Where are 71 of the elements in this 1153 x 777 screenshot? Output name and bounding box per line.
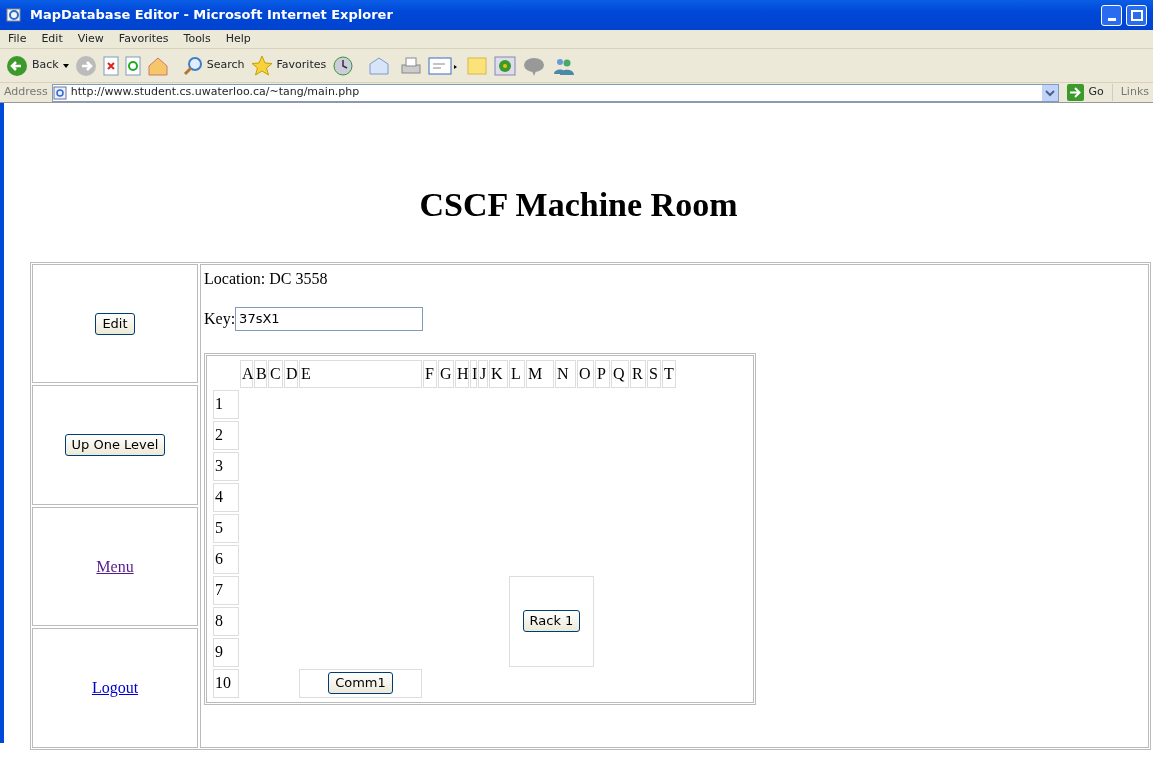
refresh-icon[interactable] [124,55,141,76]
stop-icon[interactable] [102,55,119,76]
column-header: J [478,359,488,388]
search-button[interactable]: Search [182,55,245,76]
column-header: G [438,359,454,388]
dropdown-icon[interactable] [1042,84,1059,101]
column-header: A [240,359,253,388]
window-title: MapDatabase Editor - Microsoft Internet Explorer [30,6,393,25]
search-icon [182,55,203,76]
row-header: 10 [213,668,239,698]
menu-item[interactable]: File [8,30,27,48]
logout-link[interactable]: Logout [91,676,139,701]
row-header: 7 [213,575,239,605]
column-header: M [526,359,554,388]
column-header: B [254,359,267,388]
history-icon[interactable] [332,54,355,77]
column-header: F [423,359,437,388]
row-header: 8 [213,606,239,636]
go-arrow-icon [1067,84,1085,101]
go-button[interactable]: Go [1063,84,1108,101]
star-icon [250,54,273,77]
column-header: S [647,359,661,388]
column-header: P [595,359,610,388]
chat-icon[interactable] [522,55,547,76]
favorites-button[interactable]: Favorites [250,54,327,77]
column-header: H [455,359,469,388]
column-header: C [268,359,283,388]
maximize-icon [1130,9,1143,21]
menu-item[interactable]: Tools [183,30,211,48]
column-header: O [577,359,594,388]
column-header: T [662,359,676,388]
row-header: 1 [213,389,239,419]
minimize-button[interactable] [1101,4,1122,26]
menu-link[interactable]: Menu [96,554,134,579]
home-icon[interactable] [146,55,169,76]
back-button[interactable]: Back [6,54,69,77]
caret-icon [62,63,69,68]
column-header: L [509,359,525,388]
key-field[interactable]: 37sX1 [235,306,424,331]
menu-item[interactable]: View [77,30,104,48]
row-header: 2 [213,420,239,450]
column-header: D [284,359,298,388]
key-label: Key: [204,308,236,330]
location-text: Location: DC 3558 [204,268,328,289]
column-header: N [555,359,576,388]
minimize-icon [1107,17,1116,21]
printer-icon[interactable] [400,55,423,76]
row-header: 6 [213,544,239,574]
row-header: 5 [213,513,239,543]
address-field[interactable]: http://www.student.cs.uwaterloo.ca/~tang/main.php [51,83,1060,102]
map-item-button[interactable]: Rack 1 [522,610,581,633]
page-icon [52,85,67,100]
menu-item[interactable]: Help [225,30,251,48]
column-header: I [470,359,477,388]
row-header: 3 [213,451,239,481]
level-up-button[interactable]: Up One Level [64,434,166,457]
menu-item[interactable]: Favorites [118,30,169,48]
address-label: Address [3,84,48,101]
column-header: Q [611,359,629,388]
row-header: 4 [213,482,239,512]
column-header: E [299,359,422,388]
map-item-button[interactable]: Comm1 [328,672,393,695]
column-header: R [630,359,646,388]
row-header: 9 [213,637,239,667]
page-heading: CSCF Machine Room [418,185,739,225]
column-header: K [489,359,508,388]
browser-icon [6,7,22,23]
maximize-button[interactable] [1126,4,1147,26]
edit-button[interactable]: Edit [95,312,135,335]
links-label[interactable]: Links [1111,84,1149,101]
menu-item[interactable]: Edit [41,30,63,48]
